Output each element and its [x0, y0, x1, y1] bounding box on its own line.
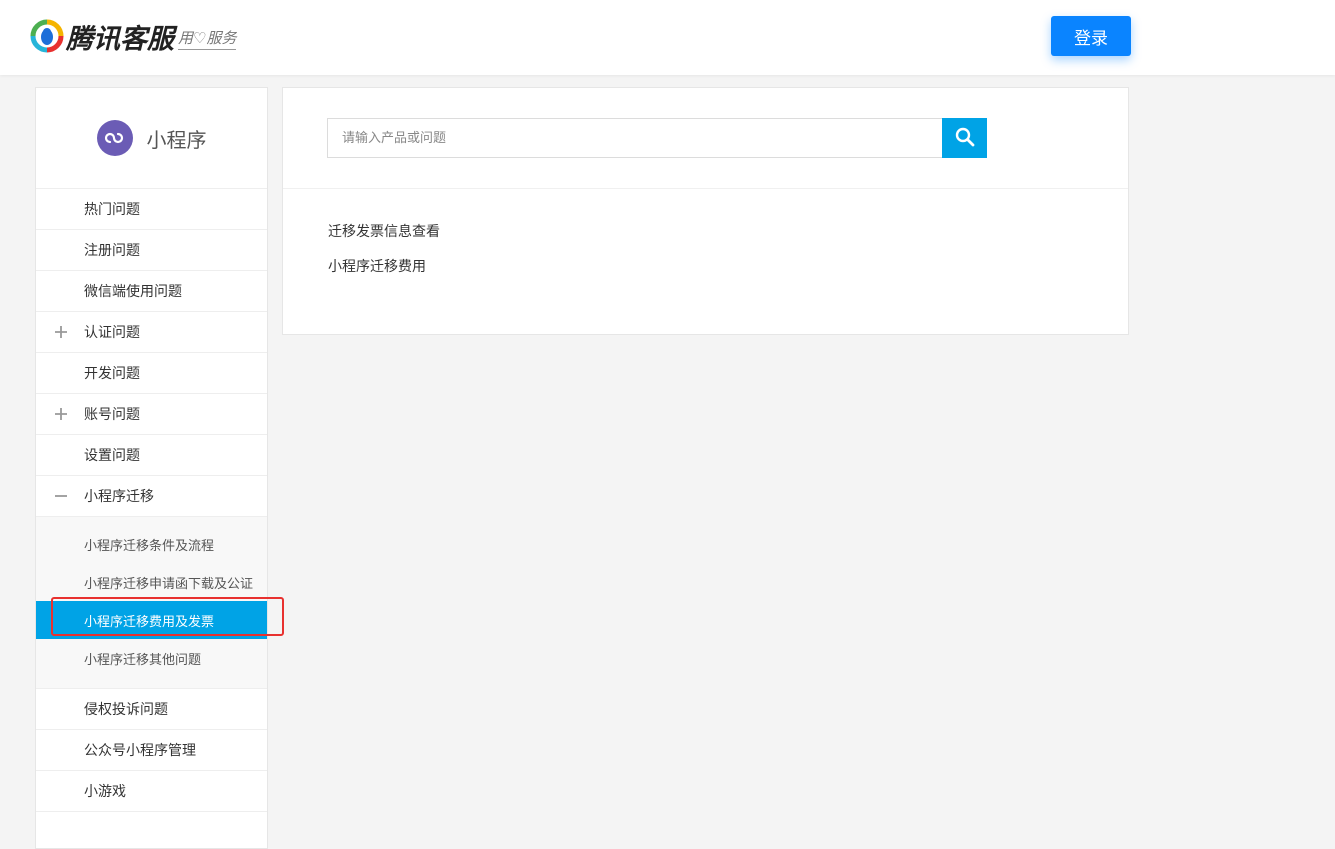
- submenu-item-other[interactable]: 小程序迁移其他问题: [36, 639, 267, 677]
- sidebar-item-label: 小游戏: [84, 784, 126, 800]
- menu-list: 热门问题 注册问题 微信端使用问题 认证问题 开发问题 账号问题 设置问题 小程…: [36, 189, 267, 812]
- sidebar-item-label: 账号问题: [84, 407, 140, 423]
- sidebar-item-label: 认证问题: [84, 325, 140, 341]
- submenu-item-application[interactable]: 小程序迁移申请函下载及公证: [36, 563, 267, 601]
- result-link[interactable]: 小程序迁移费用: [328, 255, 440, 290]
- submenu-item-conditions[interactable]: 小程序迁移条件及流程: [36, 525, 267, 563]
- sidebar-item-hot[interactable]: 热门问题: [36, 189, 267, 230]
- sidebar-item-label: 侵权投诉问题: [84, 702, 168, 718]
- sidebar: 小程序 热门问题 注册问题 微信端使用问题 认证问题 开发问题 账号问题 设置问…: [35, 87, 268, 849]
- sidebar-item-register[interactable]: 注册问题: [36, 230, 267, 271]
- login-button[interactable]: 登录: [1051, 16, 1131, 56]
- search-icon: [955, 127, 975, 150]
- plus-icon[interactable]: [53, 406, 69, 422]
- search-input[interactable]: [327, 118, 942, 158]
- sidebar-item-label: 热门问题: [84, 202, 140, 218]
- tencent-penguin-icon: [30, 19, 64, 53]
- sidebar-item-certification[interactable]: 认证问题: [36, 312, 267, 353]
- migration-submenu: 小程序迁移条件及流程 小程序迁移申请函下载及公证 小程序迁移费用及发票 小程序迁…: [36, 517, 267, 689]
- sidebar-item-wechat-usage[interactable]: 微信端使用问题: [36, 271, 267, 312]
- result-link[interactable]: 迁移发票信息查看: [328, 220, 440, 255]
- sidebar-item-label: 设置问题: [84, 448, 140, 464]
- sidebar-item-settings[interactable]: 设置问题: [36, 435, 267, 476]
- top-header: 腾讯客服 用♡服务 登录: [0, 0, 1335, 75]
- logo[interactable]: 腾讯客服 用♡服务: [30, 16, 237, 56]
- minus-icon[interactable]: [53, 488, 69, 504]
- sidebar-item-account[interactable]: 账号问题: [36, 394, 267, 435]
- logo-slogan: 用♡服务: [178, 27, 237, 50]
- submenu-item-fees-invoice[interactable]: 小程序迁移费用及发票: [36, 601, 267, 639]
- plus-icon[interactable]: [53, 324, 69, 340]
- main-panel: 迁移发票信息查看 小程序迁移费用: [282, 87, 1129, 335]
- sidebar-item-migration[interactable]: 小程序迁移: [36, 476, 267, 517]
- sidebar-item-label: 公众号小程序管理: [84, 743, 196, 759]
- sidebar-item-label: 微信端使用问题: [84, 284, 182, 300]
- sidebar-item-label: 注册问题: [84, 243, 140, 259]
- sidebar-header: 小程序: [36, 88, 267, 189]
- search-area: [283, 88, 1128, 189]
- sidebar-title: 小程序: [146, 127, 207, 152]
- sidebar-item-management[interactable]: 公众号小程序管理: [36, 730, 267, 771]
- sidebar-item-label: 开发问题: [84, 366, 140, 382]
- sidebar-item-development[interactable]: 开发问题: [36, 353, 267, 394]
- results-list: 迁移发票信息查看 小程序迁移费用: [328, 220, 440, 290]
- mini-program-icon: [96, 120, 133, 156]
- sidebar-item-infringement[interactable]: 侵权投诉问题: [36, 689, 267, 730]
- sidebar-item-label: 小程序迁移: [84, 489, 154, 505]
- search-button[interactable]: [942, 118, 987, 158]
- sidebar-item-minigame[interactable]: 小游戏: [36, 771, 267, 812]
- logo-title: 腾讯客服: [66, 23, 174, 55]
